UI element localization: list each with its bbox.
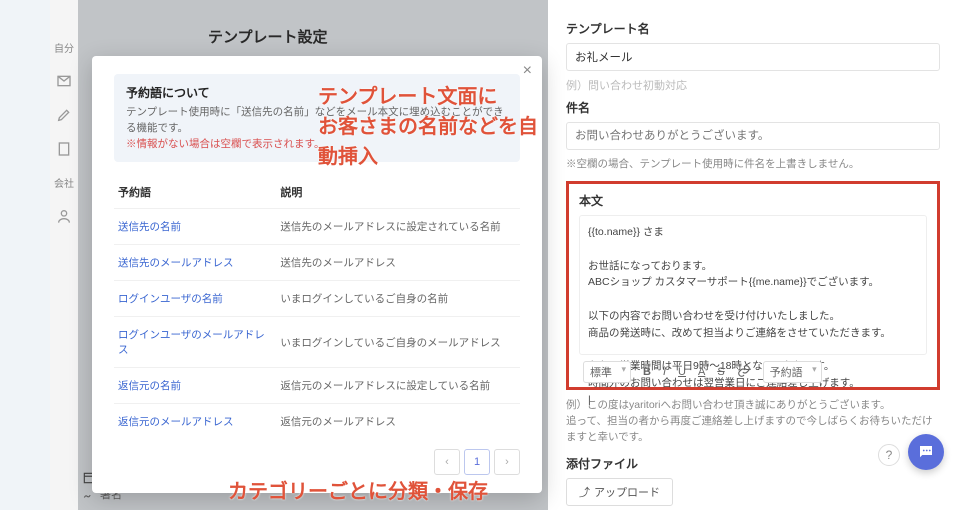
- pager: ‹ 1 ›: [114, 449, 520, 475]
- strike-button[interactable]: S: [717, 366, 724, 378]
- close-icon[interactable]: ×: [523, 62, 532, 80]
- pager-prev[interactable]: ‹: [434, 449, 460, 475]
- body-editor[interactable]: {{to.name}} さま お世話になっております。 ABCショップ カスタマ…: [579, 215, 927, 355]
- name-example: 例）問い合わせ初動対応: [566, 77, 940, 93]
- link-icon: [737, 364, 751, 378]
- reserved-select[interactable]: 予約語: [763, 361, 822, 383]
- document-icon[interactable]: [56, 141, 72, 157]
- name-label: テンプレート名: [566, 20, 940, 37]
- subject-note: ※空欄の場合、テンプレート使用時に件名を上書きしません。: [566, 156, 940, 171]
- inbox-icon[interactable]: [56, 73, 72, 89]
- help-button[interactable]: ?: [878, 444, 900, 466]
- pager-next[interactable]: ›: [494, 449, 520, 475]
- rail-section2: 会社: [54, 175, 74, 190]
- subject-label: 件名: [566, 99, 940, 116]
- table-row[interactable]: 返信元のメールアドレス: [114, 404, 276, 440]
- body-highlight: 本文 {{to.name}} さま お世話になっております。 ABCショップ カ…: [566, 181, 940, 390]
- left-rail: 自分 会社: [50, 0, 78, 510]
- font-color-button[interactable]: A: [698, 366, 705, 378]
- link-button[interactable]: [737, 364, 751, 381]
- template-name-input[interactable]: [566, 43, 940, 71]
- pager-page-1[interactable]: 1: [464, 449, 490, 475]
- col-key: 予約語: [114, 176, 276, 209]
- subject-input[interactable]: [566, 122, 940, 150]
- table-row[interactable]: ログインユーザのメールアドレス: [114, 317, 276, 368]
- edit-icon[interactable]: [56, 107, 72, 123]
- bold-button[interactable]: B: [643, 366, 651, 378]
- rail-section: 自分: [54, 40, 74, 55]
- chat-fab[interactable]: [908, 434, 944, 470]
- user-icon[interactable]: [56, 208, 72, 224]
- right-pane: テンプレート名 例）問い合わせ初動対応 件名 ※空欄の場合、テンプレート使用時に…: [548, 0, 962, 510]
- underline-button[interactable]: U: [678, 366, 686, 378]
- left-pane: テンプレート設定 テンプレート 署名 × 予約語について テンプレート使用時に「…: [78, 0, 548, 510]
- annotation-category: カテゴリーごとに分類・保存: [228, 475, 488, 504]
- table-row[interactable]: ログインユーザの名前: [114, 281, 276, 317]
- table-row[interactable]: 返信元の名前: [114, 368, 276, 404]
- body-example: 例）この度はyaritoriへお問い合わせ頂き誠にありがとうございます。 追って…: [566, 398, 940, 445]
- chat-icon: [917, 443, 935, 461]
- body-label: 本文: [579, 192, 927, 209]
- col-desc: 説明: [276, 176, 520, 209]
- table-row[interactable]: 送信先のメールアドレス: [114, 245, 276, 281]
- upload-button[interactable]: ⤴アップロード: [566, 478, 673, 506]
- annotation-body: テンプレート文面に お客さまの名前などを自動挿入: [318, 82, 548, 172]
- table-row[interactable]: 送信先の名前: [114, 209, 276, 245]
- reserved-words-table: 予約語 説明 送信先の名前送信先のメールアドレスに設定されている名前 送信先のメ…: [114, 176, 520, 439]
- italic-button[interactable]: I: [663, 366, 666, 378]
- style-select[interactable]: 標準: [583, 361, 631, 383]
